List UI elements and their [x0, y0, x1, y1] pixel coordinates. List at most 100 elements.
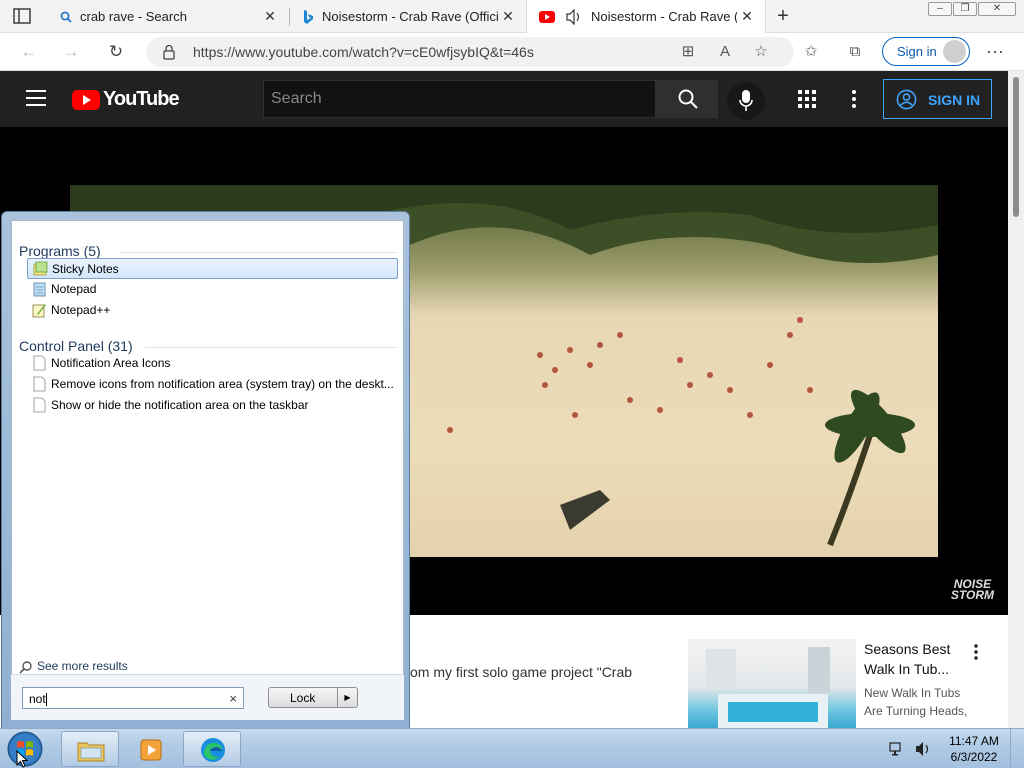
- youtube-header: YouTube Search SIGN IN: [0, 71, 1008, 127]
- folder-icon: [77, 742, 105, 762]
- search-value: not: [29, 692, 46, 706]
- browser-tab-search[interactable]: crab rave - Search ✕: [48, 0, 288, 33]
- tab-actions-icon[interactable]: [12, 7, 32, 25]
- recommended-title[interactable]: Seasons Best Walk In Tub...: [864, 639, 964, 679]
- lock-icon[interactable]: [162, 44, 176, 60]
- youtube-search-button[interactable]: [656, 80, 718, 118]
- taskbar-media-player-button[interactable]: [122, 731, 180, 767]
- clear-search-icon[interactable]: ×: [229, 691, 237, 706]
- browser-signin-button[interactable]: Sign in: [882, 37, 970, 66]
- start-menu: Programs (5) Sticky Notes Notepad Notepa…: [1, 211, 410, 729]
- result-show-hide-notification-area[interactable]: Show or hide the notification area on th…: [27, 395, 398, 416]
- url-text: https://www.youtube.com/watch?v=cE0wfjsy…: [193, 44, 534, 60]
- close-tab-icon[interactable]: ✕: [260, 7, 280, 27]
- taskbar-edge-button[interactable]: [183, 731, 241, 767]
- add-favorite-icon[interactable]: ☆: [750, 42, 772, 62]
- settings-more-icon[interactable]: ⋯: [984, 42, 1006, 62]
- programs-header[interactable]: Programs (5): [19, 243, 101, 259]
- page-scrollbar[interactable]: [1008, 71, 1024, 728]
- noisestorm-watermark: NOISE STORM: [950, 577, 994, 602]
- recommended-thumbnail[interactable]: [688, 639, 856, 728]
- taskbar-explorer-button[interactable]: [61, 731, 119, 767]
- volume-icon: [916, 742, 929, 756]
- browser-tab-youtube[interactable]: Noisestorm - Crab Rave (Of ✕: [526, 0, 766, 33]
- youtube-play-icon: [72, 89, 100, 110]
- favorites-icon[interactable]: ✩: [800, 42, 822, 62]
- start-menu-footer: not × Lock ▶: [11, 674, 404, 720]
- user-circle-icon: [896, 89, 917, 110]
- search-icon: [678, 89, 698, 109]
- document-icon: [33, 355, 46, 371]
- result-sticky-notes[interactable]: Sticky Notes: [27, 258, 398, 279]
- signin-label: Sign in: [897, 44, 937, 59]
- tab-title: Noisestorm - Crab Rave (Official: [322, 9, 498, 24]
- bing-icon: [304, 9, 313, 24]
- new-tab-button[interactable]: +: [771, 5, 795, 29]
- media-player-icon: [140, 739, 162, 761]
- read-aloud-icon[interactable]: A: [714, 42, 736, 62]
- microphone-icon: [739, 90, 753, 111]
- lock-button[interactable]: Lock ▶: [268, 687, 358, 708]
- mouse-cursor-icon: [16, 750, 28, 768]
- apps-install-icon[interactable]: ⊞: [677, 42, 699, 62]
- apps-grid-icon[interactable]: [797, 89, 817, 109]
- more-options-icon[interactable]: [972, 643, 980, 661]
- document-icon: [33, 397, 46, 413]
- control-panel-header[interactable]: Control Panel (31): [19, 338, 133, 354]
- youtube-icon: [539, 10, 555, 23]
- see-more-results-link[interactable]: See more results: [19, 659, 128, 674]
- clock-time: 11:47 AM: [949, 734, 999, 748]
- minimize-button[interactable]: –: [928, 2, 952, 16]
- back-button[interactable]: ←: [18, 42, 40, 64]
- recommended-channel: New Walk In Tubs Are Turning Heads, Disc…: [864, 686, 968, 724]
- address-bar-row: ← → ↻ https://www.youtube.com/watch?v=cE…: [0, 33, 1024, 71]
- close-window-button[interactable]: ✕: [978, 2, 1016, 16]
- restore-button[interactable]: ❐: [953, 2, 977, 16]
- refresh-button[interactable]: ↻: [105, 42, 127, 64]
- browser-tab-strip: crab rave - Search ✕ Noisestorm - Crab R…: [0, 0, 1024, 33]
- text-caret: [45, 693, 47, 707]
- close-tab-icon[interactable]: ✕: [737, 7, 757, 27]
- start-search-input[interactable]: not ×: [22, 687, 244, 709]
- result-notepad[interactable]: Notepad: [27, 279, 398, 300]
- menu-icon[interactable]: [26, 90, 46, 106]
- signin-label: SIGN IN: [928, 92, 981, 108]
- network-icon: [889, 742, 901, 756]
- youtube-logo-text: YouTube: [103, 88, 180, 110]
- notepad-icon: [33, 282, 46, 297]
- scrollbar-thumb[interactable]: [1013, 77, 1019, 217]
- close-tab-icon[interactable]: ✕: [498, 7, 518, 27]
- tray-icons[interactable]: [888, 739, 938, 759]
- voice-search-button[interactable]: [727, 82, 765, 120]
- video-description: om my first solo game project "Crab: [410, 664, 633, 680]
- result-notification-area-icons[interactable]: Notification Area Icons: [27, 353, 398, 374]
- show-desktop-button[interactable]: [1010, 729, 1024, 768]
- youtube-search-input[interactable]: Search: [263, 80, 656, 118]
- avatar-icon: [943, 40, 966, 63]
- taskbar-clock[interactable]: 11:47 AM 6/3/2022: [946, 733, 1002, 765]
- document-icon: [33, 376, 46, 392]
- clock-date: 6/3/2022: [950, 750, 998, 764]
- tab-title: crab rave - Search: [80, 9, 187, 24]
- browser-tab-bing[interactable]: Noisestorm - Crab Rave (Official ✕: [290, 0, 526, 33]
- search-icon: [19, 661, 32, 674]
- result-remove-icons[interactable]: Remove icons from notification area (sys…: [27, 374, 398, 395]
- taskbar: 11:47 AM 6/3/2022: [0, 728, 1024, 768]
- tab-title: Noisestorm - Crab Rave (Of: [591, 9, 737, 24]
- speaker-icon[interactable]: [565, 8, 583, 25]
- search-icon: [60, 11, 72, 23]
- sticky-notes-icon: [33, 261, 48, 276]
- group-divider: [119, 252, 397, 253]
- search-results-panel: Programs (5) Sticky Notes Notepad Notepa…: [11, 220, 404, 720]
- more-options-icon[interactable]: [848, 88, 860, 110]
- notepad-plus-plus-icon: [32, 304, 46, 318]
- group-divider: [145, 347, 397, 348]
- forward-button[interactable]: →: [60, 42, 82, 64]
- youtube-signin-button[interactable]: SIGN IN: [883, 79, 992, 119]
- collections-icon[interactable]: ⧉: [844, 42, 866, 62]
- result-notepad-plus-plus[interactable]: Notepad++: [27, 300, 398, 321]
- walk-in-tub-image: [706, 647, 830, 728]
- youtube-logo[interactable]: YouTube: [72, 88, 180, 111]
- shutdown-options-arrow-icon[interactable]: ▶: [337, 688, 357, 707]
- edge-icon: [201, 738, 225, 762]
